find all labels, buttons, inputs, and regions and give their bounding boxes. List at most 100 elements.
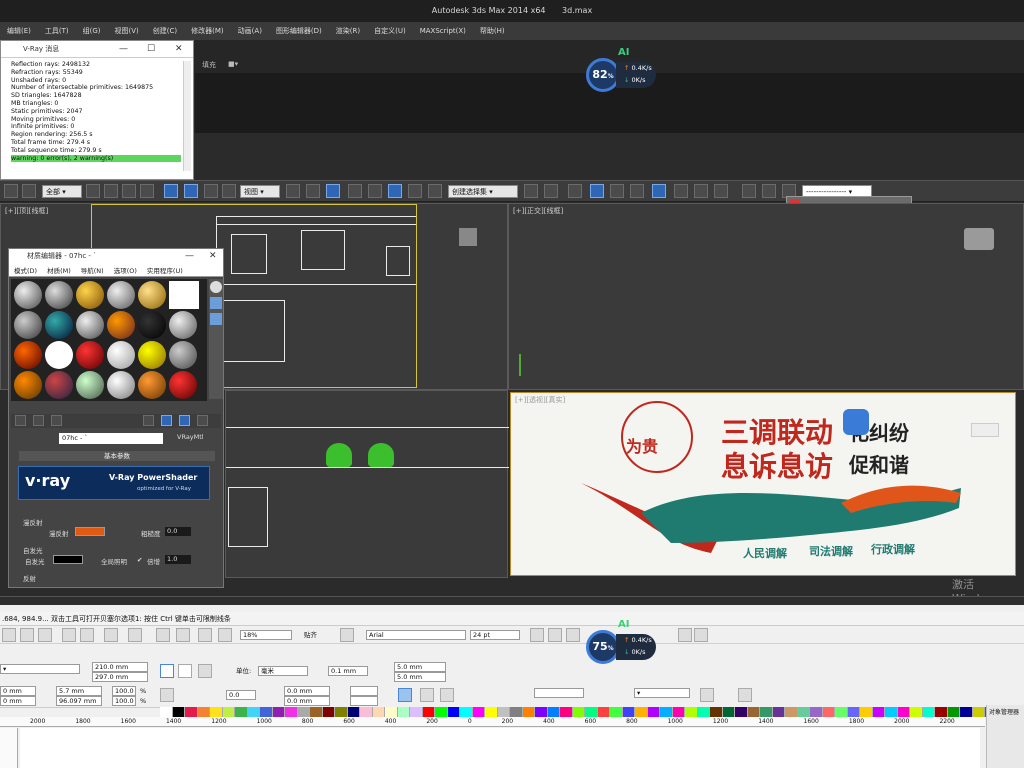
open-icon[interactable] xyxy=(20,628,34,642)
palette-swatch[interactable] xyxy=(360,707,373,717)
palette-swatch[interactable] xyxy=(572,707,585,717)
close-icon[interactable]: ✕ xyxy=(209,249,217,264)
export-icon[interactable] xyxy=(176,628,190,642)
reset-map-icon[interactable] xyxy=(51,415,62,426)
palette-swatch[interactable] xyxy=(472,707,485,717)
menu-customize[interactable]: 自定义(U) xyxy=(367,26,413,36)
teapot-b-icon[interactable] xyxy=(762,184,776,198)
move-icon[interactable] xyxy=(164,184,178,198)
cut-icon[interactable] xyxy=(62,628,76,642)
viewport-orthographic[interactable]: [+][正交][线框] xyxy=(459,203,1024,390)
link-icon[interactable] xyxy=(4,184,18,198)
select-object-icon[interactable] xyxy=(86,184,100,198)
palette-swatch[interactable] xyxy=(647,707,660,717)
menu-tools[interactable]: 工具(T) xyxy=(38,26,76,36)
palette-swatch[interactable] xyxy=(535,707,548,717)
palette-swatch[interactable] xyxy=(610,707,623,717)
offset-field-1[interactable] xyxy=(350,686,378,696)
palette-swatch[interactable] xyxy=(585,707,598,717)
sample-slot[interactable] xyxy=(14,341,42,369)
duplicate-distance-x[interactable]: 5.0 mm xyxy=(394,662,446,672)
sample-slot[interactable] xyxy=(45,371,73,399)
palette-swatch[interactable] xyxy=(197,707,210,717)
save-icon[interactable] xyxy=(38,628,52,642)
sample-slot[interactable] xyxy=(14,371,42,399)
palette-swatch[interactable] xyxy=(685,707,698,717)
angle-snap-icon[interactable] xyxy=(368,184,382,198)
palette-swatch[interactable] xyxy=(285,707,298,717)
palette-swatch[interactable] xyxy=(247,707,260,717)
palette-swatch[interactable] xyxy=(922,707,935,717)
menu-graph-editors[interactable]: 图形编辑器(D) xyxy=(269,26,329,36)
page-size-dropdown[interactable]: ▾ xyxy=(0,664,80,674)
import-icon[interactable] xyxy=(156,628,170,642)
palette-swatch[interactable] xyxy=(260,707,273,717)
go-parent-icon[interactable] xyxy=(179,415,190,426)
snap-toggle-icon[interactable] xyxy=(348,184,362,198)
sample-slot[interactable] xyxy=(169,371,197,399)
menu-material[interactable]: 材质(M) xyxy=(42,265,76,275)
backlight-icon[interactable] xyxy=(210,297,222,309)
palette-swatch[interactable] xyxy=(410,707,423,717)
curve-editor-icon[interactable] xyxy=(610,184,624,198)
get-material-icon[interactable] xyxy=(15,415,26,426)
viewport-perspective-render[interactable]: [+][透视][真实] 为贵 三调联动 息诉息访 化纠纷 促和谐 人民调解 司法… xyxy=(510,392,1016,576)
named-selection-set[interactable]: 创建选择集 ▾ xyxy=(448,185,518,198)
sample-slot[interactable] xyxy=(76,311,104,339)
diffuse-color-swatch[interactable] xyxy=(75,527,105,536)
underline-icon[interactable] xyxy=(566,628,580,642)
bullet-list-icon[interactable] xyxy=(678,628,692,642)
close-icon[interactable]: ✕ xyxy=(175,41,183,58)
bold-icon[interactable] xyxy=(530,628,544,642)
object-manager-title[interactable]: 对象管理器 xyxy=(987,705,1024,718)
palette-swatch[interactable] xyxy=(435,707,448,717)
offset-field-2[interactable] xyxy=(350,696,378,706)
network-speed-widget-1[interactable]: AI 82% ↑ 0.4K/s ↓ 0K/s xyxy=(586,47,658,94)
palette-swatch[interactable] xyxy=(910,707,923,717)
palette-swatch[interactable] xyxy=(297,707,310,717)
menu-modes[interactable]: 模式(D) xyxy=(9,265,42,275)
units-dropdown[interactable]: 毫米 xyxy=(258,666,308,676)
viewport-front[interactable] xyxy=(225,390,509,578)
palette-swatch[interactable] xyxy=(310,707,323,717)
palette-swatch[interactable] xyxy=(385,707,398,717)
palette-swatch[interactable] xyxy=(735,707,748,717)
edit-named-sets-icon[interactable] xyxy=(428,184,442,198)
palette-swatch[interactable] xyxy=(460,707,473,717)
network-speed-widget-2[interactable]: AI 75% ↑ 0.4K/s ↓ 0K/s xyxy=(586,619,658,666)
rendered-frame-icon[interactable] xyxy=(694,184,708,198)
menu-create[interactable]: 创建(C) xyxy=(146,26,184,36)
palette-swatch[interactable] xyxy=(185,707,198,717)
palette-swatch[interactable] xyxy=(322,707,335,717)
palette-swatch[interactable] xyxy=(760,707,773,717)
menu-modifiers[interactable]: 修改器(M) xyxy=(184,26,231,36)
palette-swatch[interactable] xyxy=(222,707,235,717)
palette-swatch[interactable] xyxy=(335,707,348,717)
palette-swatch[interactable] xyxy=(947,707,960,717)
palette-swatch[interactable] xyxy=(897,707,910,717)
ribbon-pin-icon[interactable]: ■▾ xyxy=(222,60,244,74)
sample-slot[interactable] xyxy=(169,341,197,369)
scrollbar[interactable] xyxy=(183,61,191,171)
palette-swatch[interactable] xyxy=(785,707,798,717)
palette-swatch[interactable] xyxy=(747,707,760,717)
columns-icon[interactable] xyxy=(694,628,708,642)
scale-x[interactable]: 100.0 xyxy=(112,686,136,696)
redo-icon[interactable] xyxy=(128,628,142,642)
palette-swatch[interactable] xyxy=(972,707,985,717)
palette-swatch[interactable] xyxy=(447,707,460,717)
skew-field-1[interactable]: 0.0 mm xyxy=(284,686,330,696)
palette-swatch[interactable] xyxy=(347,707,360,717)
minimize-icon[interactable]: — xyxy=(185,249,194,264)
keyboard-shortcut-icon[interactable] xyxy=(326,184,340,198)
multiplier-field[interactable]: 1.0 xyxy=(165,555,191,564)
duplicate-distance-y[interactable]: 5.0 mm xyxy=(394,672,446,682)
portrait-icon[interactable] xyxy=(160,664,174,678)
page-width[interactable]: 210.0 mm xyxy=(92,662,148,672)
schematic-view-icon[interactable] xyxy=(630,184,644,198)
sample-slot[interactable] xyxy=(107,311,135,339)
palette-swatch[interactable] xyxy=(235,707,248,717)
palette-swatch[interactable] xyxy=(960,707,973,717)
align-icon[interactable] xyxy=(544,184,558,198)
sample-slot[interactable] xyxy=(45,281,73,309)
